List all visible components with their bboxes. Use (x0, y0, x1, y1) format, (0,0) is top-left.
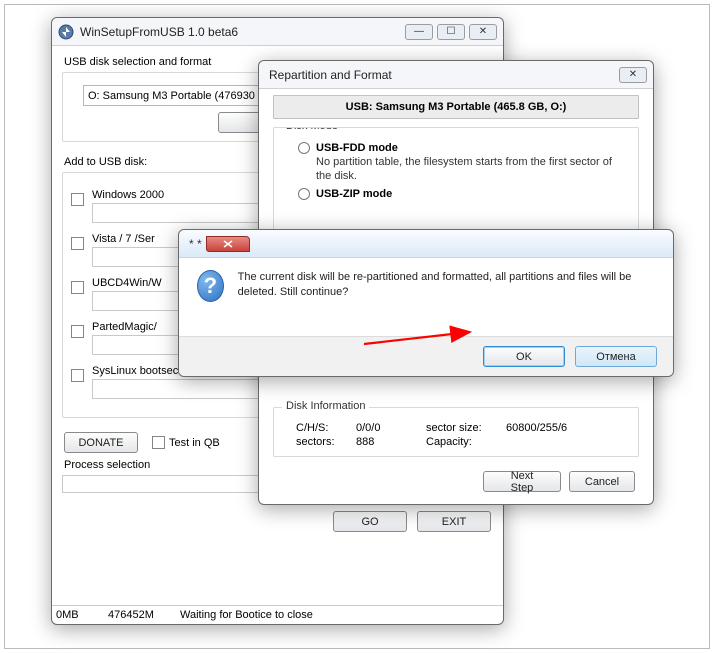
sectorsize-label: sector size: (426, 422, 506, 434)
test-qemu-label: Test in QB (169, 437, 220, 449)
disk-mode-legend: Disk Mode (282, 127, 342, 132)
sectors-value: 888 (356, 436, 426, 448)
main-titlebar[interactable]: WinSetupFromUSB 1.0 beta6 ― ☐ ✕ (52, 18, 503, 46)
go-button[interactable]: GO (333, 511, 407, 532)
checkbox[interactable] (71, 325, 84, 338)
checkbox[interactable] (71, 193, 84, 206)
usb-disk-selected: O: Samsung M3 Portable (476930 (88, 90, 255, 102)
question-icon: ? (197, 270, 224, 302)
close-button[interactable] (206, 236, 250, 252)
checkbox[interactable] (71, 237, 84, 250)
next-step-button[interactable]: Next Step (483, 471, 561, 492)
repart-title: Repartition and Format (269, 68, 392, 82)
status-bar: 0MB 476452M Waiting for Bootice to close (52, 605, 503, 624)
cancel-button[interactable]: Отмена (575, 346, 657, 367)
capacity-label: Capacity: (426, 436, 506, 448)
dialog-titlebar[interactable]: * * (179, 230, 673, 258)
status-text: Waiting for Bootice to close (180, 609, 313, 621)
status-total: 476452M (108, 609, 168, 621)
confirm-dialog: * * ? The current disk will be re-partit… (178, 229, 674, 377)
ok-button[interactable]: OK (483, 346, 565, 367)
main-title: WinSetupFromUSB 1.0 beta6 (80, 25, 238, 39)
close-button[interactable]: ✕ (469, 24, 497, 40)
mode-label: USB-FDD mode (316, 142, 398, 154)
close-button[interactable]: ✕ (619, 67, 647, 83)
donate-button[interactable]: DONATE (64, 432, 138, 453)
disk-info-legend: Disk Information (282, 400, 369, 412)
dialog-title: * * (189, 237, 202, 251)
test-qemu-checkbox[interactable] (152, 436, 165, 449)
cancel-button[interactable]: Cancel (569, 471, 635, 492)
checkbox[interactable] (71, 369, 84, 382)
radio-usb-fdd[interactable] (298, 142, 310, 154)
sectorsize-value: 60800/255/6 (506, 422, 606, 434)
usb-banner: USB: Samsung M3 Portable (465.8 GB, O:) (273, 95, 639, 119)
capacity-value (506, 436, 606, 448)
mode-label: USB-ZIP mode (316, 188, 392, 200)
exit-button[interactable]: EXIT (417, 511, 491, 532)
app-icon (58, 24, 74, 40)
status-size: 0MB (56, 609, 96, 621)
chs-label: C/H/S: (296, 422, 356, 434)
repart-titlebar[interactable]: Repartition and Format ✕ (259, 61, 653, 89)
sectors-label: sectors: (296, 436, 356, 448)
dialog-message: The current disk will be re-partitioned … (238, 270, 655, 336)
maximize-button[interactable]: ☐ (437, 24, 465, 40)
minimize-button[interactable]: ― (405, 24, 433, 40)
checkbox[interactable] (71, 281, 84, 294)
radio-usb-zip[interactable] (298, 188, 310, 200)
chs-value: 0/0/0 (356, 422, 426, 434)
mode-desc: No partition table, the filesystem start… (316, 156, 630, 184)
